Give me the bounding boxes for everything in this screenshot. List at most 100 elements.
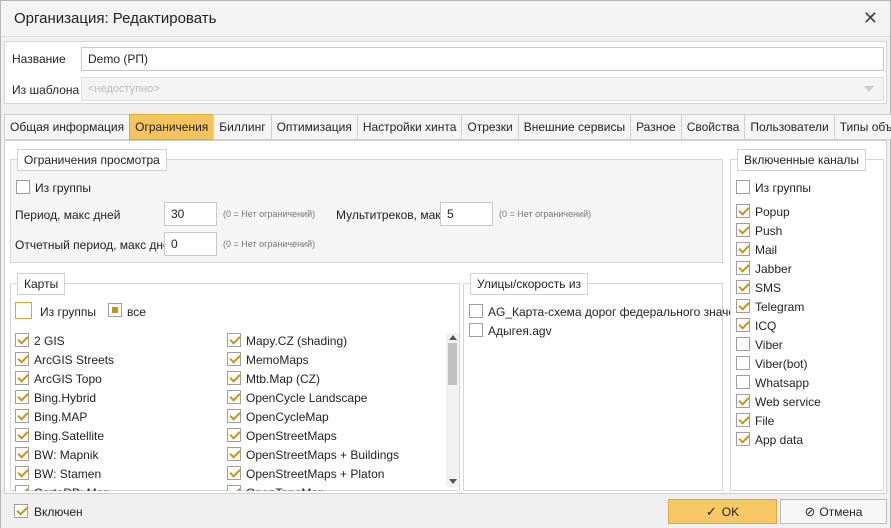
map-item-label: Bing.Hybrid	[34, 391, 97, 405]
map-item-label: ArcGIS Topo	[34, 372, 102, 386]
map-item-checkbox[interactable]	[15, 466, 29, 480]
map-item-label: Bing.MAP	[34, 410, 88, 424]
channel-webservice-checkbox[interactable]	[736, 394, 750, 408]
channel-whatsapp-checkbox[interactable]	[736, 375, 750, 389]
check-icon: ✓	[705, 503, 717, 519]
tab-6[interactable]: Внешние сервисы	[517, 114, 631, 140]
tab-bar: Общая информация Ограничения Биллинг Оптими…	[4, 114, 891, 140]
close-icon[interactable]: ✕	[863, 9, 878, 27]
map-item-checkbox[interactable]	[15, 485, 29, 491]
tab-5[interactable]: Отрезки	[461, 114, 518, 140]
map-item-label: OpenTopoMap	[246, 486, 325, 491]
maps-all-label: все	[127, 305, 146, 319]
maps-all-checkbox[interactable]	[108, 303, 122, 317]
map-item-checkbox[interactable]	[15, 333, 29, 347]
map-item-checkbox[interactable]	[227, 428, 241, 442]
map-item-checkbox[interactable]	[227, 371, 241, 385]
channels-group: Включенные каналы	[730, 149, 884, 491]
channel-appdata-label: App data	[755, 433, 804, 447]
tab-content-limits: Ограничения просмотра Из группы Период, …	[4, 140, 887, 494]
channel-jabber-label: Jabber	[755, 262, 792, 276]
view-limits-from-group-label: Из группы	[35, 181, 91, 195]
map-item-checkbox[interactable]	[15, 390, 29, 404]
street-source-label: AG_Карта-схема дорог федерального значен…	[488, 305, 752, 319]
tab-3[interactable]: Оптимизация	[270, 114, 357, 140]
map-item-label: OpenStreetMaps	[246, 429, 337, 443]
channel-popup-label: Popup	[755, 205, 790, 219]
map-item-label: CartoDB: Map	[34, 486, 110, 491]
report-period-input[interactable]: 0	[164, 232, 217, 256]
map-item-checkbox[interactable]	[227, 466, 241, 480]
template-select: <недоступно>	[81, 77, 884, 101]
cancel-button[interactable]: ⊘ Отмена	[780, 499, 887, 524]
tab-10[interactable]: Типы объектов	[833, 114, 891, 140]
channel-telegram-checkbox[interactable]	[736, 299, 750, 313]
street-source-checkbox[interactable]	[469, 304, 483, 318]
channel-file-checkbox[interactable]	[736, 413, 750, 427]
channels-from-group-label: Из группы	[755, 181, 811, 195]
tab-8[interactable]: Свойства	[680, 114, 745, 140]
name-label: Название	[12, 52, 66, 66]
view-limits-from-group-checkbox[interactable]	[16, 180, 30, 194]
map-item-checkbox[interactable]	[15, 447, 29, 461]
scroll-down-icon[interactable]	[449, 479, 457, 484]
channel-push-checkbox[interactable]	[736, 223, 750, 237]
dialog-titlebar: Организация: Редактировать	[1, 1, 890, 37]
channels-from-group-checkbox[interactable]	[736, 180, 750, 194]
maps-list: 2 GIS ArcGIS Streets ArcGIS Topo Bing.Hybri…	[15, 325, 445, 491]
map-item-label: ArcGIS Streets	[34, 353, 115, 367]
scroll-up-icon[interactable]	[449, 335, 457, 340]
map-item-checkbox[interactable]	[227, 352, 241, 366]
map-item-checkbox[interactable]	[227, 333, 241, 347]
chevron-down-icon	[864, 86, 874, 92]
channels-legend: Включенные каналы	[737, 149, 867, 171]
tab-2[interactable]: Биллинг	[213, 114, 271, 140]
name-input[interactable]: Demo (РП)	[81, 47, 884, 71]
map-item-checkbox[interactable]	[15, 428, 29, 442]
scroll-thumb[interactable]	[448, 343, 457, 385]
map-item-label: BW: Stamen	[34, 467, 102, 481]
enabled-checkbox[interactable]	[14, 504, 28, 518]
tab-7[interactable]: Разное	[630, 114, 681, 140]
multitrack-hint: (0 = Нет ограничений)	[499, 209, 592, 219]
channel-viberbot-checkbox[interactable]	[736, 356, 750, 370]
multitrack-input[interactable]: 5	[440, 202, 493, 226]
channel-mail-label: Mail	[755, 243, 778, 257]
street-source-checkbox[interactable]	[469, 323, 483, 337]
edit-organization-dialog: Организация: Редактировать ✕ Название De…	[0, 0, 891, 528]
channel-mail-checkbox[interactable]	[736, 242, 750, 256]
map-item-checkbox[interactable]	[227, 485, 241, 491]
channel-viber-label: Viber	[755, 338, 783, 352]
period-input[interactable]: 30	[164, 202, 217, 226]
map-item-checkbox[interactable]	[15, 409, 29, 423]
channel-popup-checkbox[interactable]	[736, 204, 750, 218]
map-item-label: 2 GIS	[34, 334, 65, 348]
maps-scrollbar[interactable]	[446, 333, 459, 487]
ok-button[interactable]: ✓ OK	[668, 499, 777, 524]
channel-webservice-label: Web service	[755, 395, 821, 409]
map-item-checkbox[interactable]	[227, 447, 241, 461]
channel-viber-checkbox[interactable]	[736, 337, 750, 351]
channel-sms-checkbox[interactable]	[736, 280, 750, 294]
map-item-checkbox[interactable]	[227, 409, 241, 423]
tab-9[interactable]: Пользователи	[744, 114, 834, 140]
channel-jabber-checkbox[interactable]	[736, 261, 750, 275]
tab-4[interactable]: Настройки хинта	[356, 114, 462, 140]
channel-push-label: Push	[755, 224, 783, 238]
channel-appdata-checkbox[interactable]	[736, 432, 750, 446]
map-item-checkbox[interactable]	[227, 390, 241, 404]
template-select-value: <недоступно>	[88, 83, 160, 95]
period-hint: (0 = Нет ограничений)	[223, 209, 316, 219]
maps-legend: Карты	[17, 273, 66, 295]
map-item-label: OpenStreetMaps + Platon	[246, 467, 385, 481]
map-item-checkbox[interactable]	[15, 352, 29, 366]
period-label: Период, макс дней	[15, 208, 121, 222]
channel-icq-checkbox[interactable]	[736, 318, 750, 332]
map-item-label: OpenCycleMap	[246, 410, 329, 424]
channel-viberbot-label: Viber(bot)	[755, 357, 808, 371]
report-period-label: Отчетный период, макс дней	[15, 238, 177, 252]
map-item-checkbox[interactable]	[15, 371, 29, 385]
maps-from-group-checkbox[interactable]	[15, 302, 32, 319]
tab-1[interactable]: Ограничения	[129, 114, 214, 140]
tab-0[interactable]: Общая информация	[4, 114, 130, 140]
